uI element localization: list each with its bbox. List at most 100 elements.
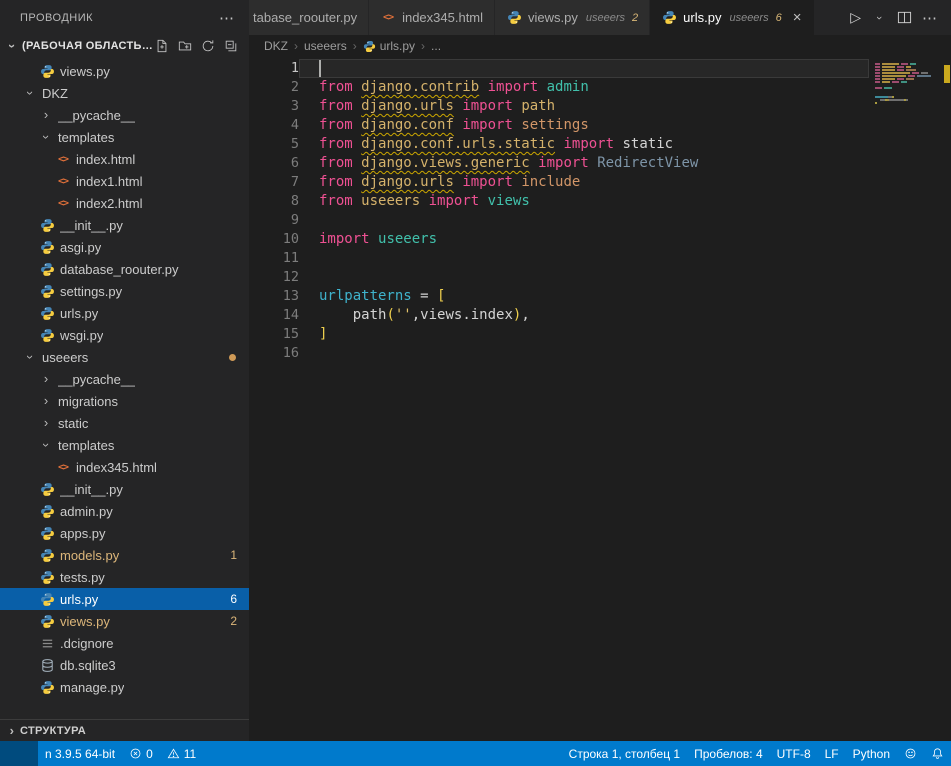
- refresh-explorer-icon[interactable]: [200, 38, 216, 54]
- file-row-wsgi.py[interactable]: wsgi.py: [0, 324, 249, 346]
- python-icon: [38, 680, 56, 695]
- new-folder-icon[interactable]: [177, 38, 193, 54]
- run-icon[interactable]: ▷: [850, 9, 861, 26]
- file-row-manage.py[interactable]: manage.py: [0, 676, 249, 698]
- code-area[interactable]: 12from django.contrib import admin3from …: [249, 57, 951, 741]
- more-actions-icon[interactable]: ⋯: [922, 9, 938, 27]
- problems-badge: 6: [230, 592, 237, 606]
- split-editor-icon[interactable]: [897, 10, 912, 25]
- outline-section-header[interactable]: › СТРУКТУРА: [0, 719, 249, 741]
- breadcrumb-item-DKZ[interactable]: DKZ: [264, 39, 288, 53]
- code-line-7[interactable]: 7from django.urls import include: [249, 173, 869, 192]
- breadcrumb-item-...[interactable]: ...: [431, 39, 441, 53]
- file-row-urls.py[interactable]: urls.py6: [0, 588, 249, 610]
- code-line-9[interactable]: 9: [249, 211, 869, 230]
- python-icon: [38, 482, 56, 497]
- file-row-models.py[interactable]: models.py1: [0, 544, 249, 566]
- file-row-database_roouter.py[interactable]: database_roouter.py: [0, 258, 249, 280]
- close-icon[interactable]: ×: [791, 10, 804, 25]
- file-row-__init__.py[interactable]: __init__.py: [0, 214, 249, 236]
- folder-row-templates[interactable]: ›templates: [0, 126, 249, 148]
- status-eol-sequence[interactable]: LF: [818, 741, 846, 766]
- folder-row-migrations[interactable]: ›migrations: [0, 390, 249, 412]
- file-row-__init__.py[interactable]: __init__.py: [0, 478, 249, 500]
- breadcrumb-item-urls.py[interactable]: urls.py: [363, 39, 415, 53]
- workspace-section-header[interactable]: › (РАБОЧАЯ ОБЛАСТЬ) ...: [0, 35, 249, 57]
- collapse-folders-icon[interactable]: [223, 38, 239, 54]
- status-encoding[interactable]: UTF-8: [770, 741, 818, 766]
- file-label: templates: [58, 438, 114, 453]
- code-editor: 12from django.contrib import admin3from …: [249, 57, 869, 363]
- file-row-apps.py[interactable]: apps.py: [0, 522, 249, 544]
- more-actions-icon[interactable]: ⋯: [219, 9, 235, 27]
- feedback-icon: [904, 747, 917, 760]
- file-row-views.py[interactable]: views.py2: [0, 610, 249, 632]
- code-line-3[interactable]: 3from django.urls import path: [249, 97, 869, 116]
- minimap[interactable]: [875, 60, 941, 108]
- file-row-index.html[interactable]: <>index.html: [0, 148, 249, 170]
- code-line-15[interactable]: 15]: [249, 325, 869, 344]
- file-row-admin.py[interactable]: admin.py: [0, 500, 249, 522]
- tab-urls.py[interactable]: urls.pyuseeers6×: [650, 0, 815, 35]
- file-row-urls.py[interactable]: urls.py: [0, 302, 249, 324]
- text-cursor: [319, 60, 321, 77]
- code-line-8[interactable]: 8from useeers import views: [249, 192, 869, 211]
- line-content: ]: [299, 325, 869, 344]
- new-file-icon[interactable]: [154, 38, 170, 54]
- code-line-1[interactable]: 1: [249, 59, 869, 78]
- file-label: .dcignore: [60, 636, 113, 651]
- file-row-tests.py[interactable]: tests.py: [0, 566, 249, 588]
- code-line-14[interactable]: 14 path('',views.index),: [249, 306, 869, 325]
- tab-tabase_roouter.py[interactable]: tabase_roouter.py: [249, 0, 369, 35]
- code-line-6[interactable]: 6from django.views.generic import Redire…: [249, 154, 869, 173]
- remote-indicator[interactable]: [0, 741, 38, 766]
- line-number: 9: [249, 211, 299, 230]
- status-problems-warnings[interactable]: 11: [160, 741, 203, 766]
- status-bell[interactable]: [924, 741, 951, 766]
- overview-ruler[interactable]: [943, 57, 951, 741]
- status-python-interpreter[interactable]: n 3.9.5 64-bit: [38, 741, 122, 766]
- file-row-index2.html[interactable]: <>index2.html: [0, 192, 249, 214]
- breadcrumb-label: useeers: [304, 39, 347, 53]
- outline-label: СТРУКТУРА: [20, 725, 86, 737]
- code-line-12[interactable]: 12: [249, 268, 869, 287]
- line-content: [299, 211, 869, 230]
- status-indentation[interactable]: Пробелов: 4: [687, 741, 770, 766]
- status-problems-errors[interactable]: 0: [122, 741, 160, 766]
- file-row-db.sqlite3[interactable]: db.sqlite3: [0, 654, 249, 676]
- folder-row-templates[interactable]: ›templates: [0, 434, 249, 456]
- status-language-mode[interactable]: Python: [846, 741, 897, 766]
- code-line-4[interactable]: 4from django.conf import settings: [249, 116, 869, 135]
- file-row-.dcignore[interactable]: .dcignore: [0, 632, 249, 654]
- workspace-actions: [154, 38, 249, 54]
- status-feedback[interactable]: [897, 741, 924, 766]
- file-row-views.py[interactable]: views.py: [0, 60, 249, 82]
- folder-row-__pycache__[interactable]: ›__pycache__: [0, 104, 249, 126]
- code-line-2[interactable]: 2from django.contrib import admin: [249, 78, 869, 97]
- folder-row-__pycache__[interactable]: ›__pycache__: [0, 368, 249, 390]
- chevron-right-icon: ›: [421, 39, 425, 53]
- line-content: from useeers import views: [299, 192, 869, 211]
- file-label: __pycache__: [58, 108, 135, 123]
- code-line-10[interactable]: 10import useeers: [249, 230, 869, 249]
- status-cursor-position[interactable]: Строка 1, столбец 1: [562, 741, 687, 766]
- file-row-index345.html[interactable]: <>index345.html: [0, 456, 249, 478]
- code-line-13[interactable]: 13urlpatterns = [: [249, 287, 869, 306]
- run-dropdown-icon[interactable]: ›: [871, 10, 887, 26]
- line-content: [299, 268, 869, 287]
- folder-row-DKZ[interactable]: ›DKZ: [0, 82, 249, 104]
- tab-index345.html[interactable]: <>index345.html: [369, 0, 495, 35]
- breadcrumb-item-useeers[interactable]: useeers: [304, 39, 347, 53]
- file-row-asgi.py[interactable]: asgi.py: [0, 236, 249, 258]
- file-row-index1.html[interactable]: <>index1.html: [0, 170, 249, 192]
- editor-group: tabase_roouter.py<>index345.htmlviews.py…: [249, 0, 951, 741]
- file-row-settings.py[interactable]: settings.py: [0, 280, 249, 302]
- code-line-11[interactable]: 11: [249, 249, 869, 268]
- code-line-16[interactable]: 16: [249, 344, 869, 363]
- line-number: 15: [249, 325, 299, 344]
- code-line-5[interactable]: 5from django.conf.urls.static import sta…: [249, 135, 869, 154]
- folder-row-static[interactable]: ›static: [0, 412, 249, 434]
- file-label: views.py: [60, 614, 110, 629]
- folder-row-useeers[interactable]: ›useeers: [0, 346, 249, 368]
- tab-views.py[interactable]: views.pyuseeers2: [495, 0, 650, 35]
